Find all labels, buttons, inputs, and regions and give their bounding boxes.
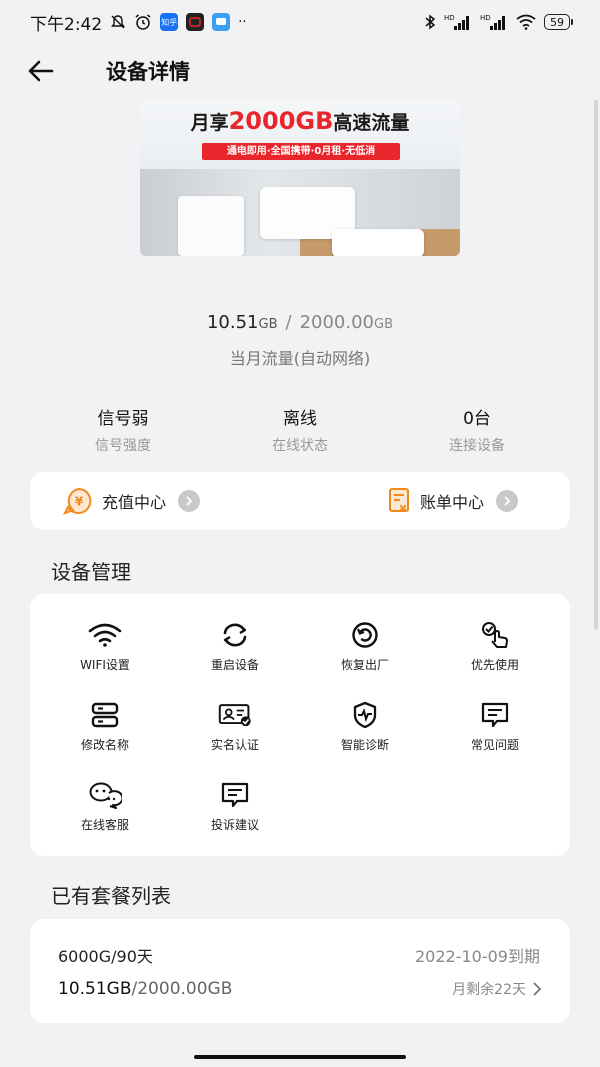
alarm-icon [134, 13, 152, 31]
factory-reset-label: 恢复出厂 [340, 658, 389, 672]
plan-name: 6000G/90天 [58, 947, 153, 966]
restart-device-label: 重启设备 [210, 658, 259, 672]
banner-headline: 月享2000GB高速流量 [140, 107, 460, 135]
restart-icon [218, 620, 252, 650]
status-bar: 下午2:42 知乎 ·· HD HD 59 [0, 0, 600, 44]
stat-online-value: 离线 [283, 409, 317, 429]
bill-label: 账单中心 [420, 493, 485, 512]
complaint-button[interactable]: 投诉建议 [180, 780, 290, 833]
promo-banner[interactable]: 月享2000GB高速流量 通电即用·全国携带·0月租·无低消 [140, 101, 460, 256]
wifi-status-icon [516, 14, 536, 30]
stat-signal-label: 信号强度 [95, 438, 151, 454]
usage-line: 10.51GB/2000.00GB [0, 312, 600, 333]
diagnosis-label: 智能诊断 [340, 738, 389, 752]
arrow-left-icon [28, 60, 54, 82]
wifi-settings-button[interactable]: WIFI设置 [50, 620, 160, 673]
rename-button[interactable]: 修改名称 [50, 700, 160, 753]
plan-used: 10.51GB [58, 979, 132, 999]
more-notifications-icon: ·· [238, 14, 247, 30]
signal-1-icon: HD [444, 13, 472, 31]
priority-use-icon [478, 620, 512, 650]
customer-service-button[interactable]: 在线客服 [50, 780, 160, 833]
notification-muted-icon [110, 14, 126, 30]
complaint-icon [218, 780, 252, 810]
factory-reset-icon [348, 620, 382, 650]
rename-label: 修改名称 [80, 738, 129, 752]
faq-button[interactable]: 常见问题 [440, 700, 550, 753]
usage-description: 当月流量(自动网络) [229, 349, 371, 368]
svg-text:HD: HD [444, 14, 455, 22]
recharge-center-button[interactable]: ¥ 充值中心 [62, 472, 201, 530]
management-title: 设备管理 [51, 560, 131, 584]
wifi-settings-label: WIFI设置 [80, 658, 130, 672]
complaint-label: 投诉建议 [210, 818, 259, 832]
bill-icon: ¥ [389, 488, 409, 515]
diagnosis-button[interactable]: 智能诊断 [310, 700, 420, 753]
plan-usage: 10.51GB/2000.00GB [58, 979, 232, 999]
chevron-right-icon [533, 982, 542, 996]
signal-2-icon: HD [480, 13, 508, 31]
factory-reset-button[interactable]: 恢复出厂 [310, 620, 420, 673]
banner-prefix: 月享 [190, 112, 229, 134]
usage-used: 10.51 [206, 312, 259, 333]
stat-online: 离线 在线状态 [220, 404, 380, 455]
plan-total: /2000.00GB [131, 979, 233, 999]
banner-suffix: 高速流量 [333, 112, 410, 134]
svg-text:¥: ¥ [75, 495, 84, 509]
stat-signal-value: 信号弱 [97, 409, 149, 429]
priority-use-label: 优先使用 [470, 658, 519, 672]
status-time: 下午2:42 [30, 14, 103, 35]
router-image-huawei [178, 196, 244, 256]
chevron-right-icon [178, 490, 201, 512]
customer-service-label: 在线客服 [80, 818, 129, 832]
id-verify-icon [218, 700, 252, 730]
banner-strip: 通电即用·全国携带·0月租·无低消 [202, 143, 400, 160]
id-verify-label: 实名认证 [210, 738, 259, 752]
svg-text:HD: HD [480, 14, 491, 22]
faq-label: 常见问题 [470, 738, 519, 752]
message-app-icon [212, 13, 231, 31]
home-indicator[interactable] [194, 1055, 406, 1059]
restart-device-button[interactable]: 重启设备 [180, 620, 290, 673]
id-verify-button[interactable]: 实名认证 [180, 700, 290, 753]
plan-remaining-label: 月剩余22天 [452, 982, 526, 998]
router-image-small [332, 229, 424, 256]
usage-total: 2000.00 [299, 312, 375, 333]
plan-expiry: 2022-10-09到期 [415, 947, 540, 966]
faq-icon [478, 700, 512, 730]
plans-title: 已有套餐列表 [51, 884, 171, 908]
usage-total-unit: GB [374, 317, 394, 332]
recharge-icon: ¥ [62, 488, 92, 515]
customer-service-icon [88, 780, 122, 810]
plan-remaining[interactable]: 月剩余22天 [452, 979, 542, 999]
stat-devices: 0台 连接设备 [397, 404, 557, 455]
plan-card[interactable]: 6000G/90天 2022-10-09到期 10.51GB/2000.00GB… [30, 919, 570, 1023]
usage-separator: / [285, 312, 292, 333]
wifi-icon [88, 620, 122, 650]
quick-actions-card: ¥ 充值中心 ¥ 账单中心 [30, 472, 570, 530]
priority-use-button[interactable]: 优先使用 [440, 620, 550, 673]
device-management-card: WIFI设置 重启设备 恢复出厂 优先使用 修改名称 实名认证 智能诊断 常见问… [30, 594, 570, 856]
battery-icon: 59 [544, 14, 573, 30]
stat-online-label: 在线状态 [272, 438, 328, 454]
page-title: 设备详情 [106, 60, 190, 84]
chevron-right-icon [496, 490, 519, 512]
stat-signal: 信号弱 信号强度 [43, 404, 203, 455]
stat-devices-value: 0台 [463, 409, 491, 429]
data-usage: 10.51GB/2000.00GB 当月流量(自动网络) [0, 312, 600, 369]
back-button[interactable] [24, 54, 58, 88]
diagnosis-icon [348, 700, 382, 730]
rename-icon [88, 700, 122, 730]
zhihu-app-icon: 知乎 [160, 13, 179, 31]
stat-devices-label: 连接设备 [449, 438, 505, 454]
banner-highlight: 2000GB [228, 107, 334, 135]
video-app-icon [186, 13, 205, 31]
recharge-label: 充值中心 [102, 493, 167, 512]
bluetooth-icon [424, 14, 436, 30]
svg-text:¥: ¥ [400, 504, 407, 515]
usage-used-unit: GB [258, 317, 278, 332]
bill-center-button[interactable]: ¥ 账单中心 [384, 472, 519, 530]
header: 设备详情 [0, 50, 600, 90]
